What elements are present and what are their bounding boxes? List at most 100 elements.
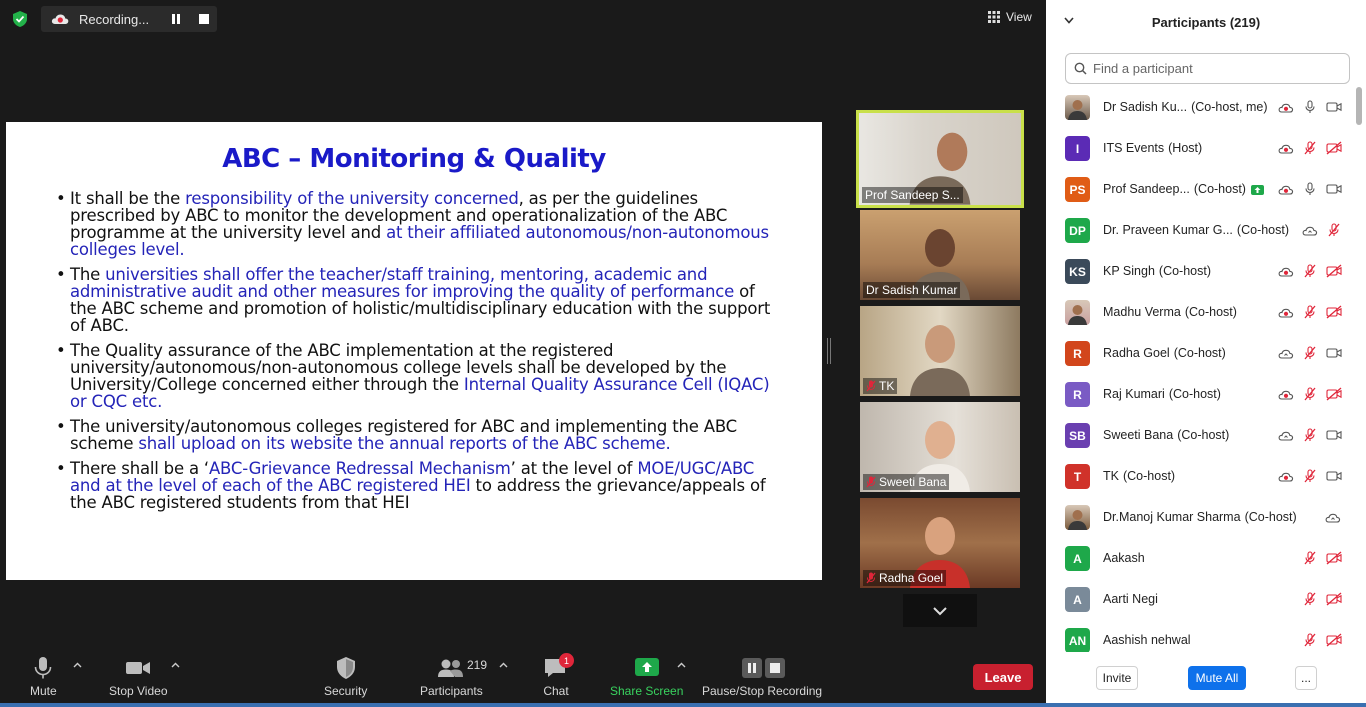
participants-options-caret-icon[interactable]: [499, 662, 508, 668]
video-camera-icon: [1326, 348, 1342, 358]
video-camera-icon: [1326, 471, 1342, 481]
panel-footer: Invite Mute All ...: [1046, 652, 1366, 703]
video-tile[interactable]: Radha Goel: [860, 498, 1020, 588]
panel-header: Participants (219): [1046, 0, 1366, 44]
chevron-down-icon: [933, 606, 947, 615]
avatar-initials: SB: [1069, 428, 1086, 443]
participant-name: Aarti Negi: [1103, 592, 1158, 606]
video-tile[interactable]: TK: [860, 306, 1020, 396]
video-tile[interactable]: Sweeti Bana: [860, 402, 1020, 492]
profile-photo-icon: [1068, 100, 1087, 120]
participant-name-text: Aakash: [1103, 551, 1145, 565]
more-videos-button[interactable]: [903, 594, 977, 627]
microphone-icon: [35, 657, 52, 679]
encryption-shield-icon[interactable]: [11, 10, 29, 28]
participant-role: (Co-host): [1236, 223, 1290, 237]
cloud-recording-icon: [1278, 267, 1294, 277]
avatar: KS: [1065, 259, 1090, 284]
participant-name-text: TK: [1103, 469, 1119, 483]
video-tile[interactable]: Prof Sandeep S...: [856, 110, 1024, 208]
participant-role: (Co-host): [1158, 264, 1211, 278]
meeting-toolbar: Mute Stop Video Security Participants 21…: [0, 648, 1046, 707]
slide-bullet: It shall be the responsibility of the un…: [56, 190, 786, 258]
participant-row[interactable]: Dr.Manoj Kumar Sharma (Co-host): [1046, 497, 1358, 538]
video-tile-label: Dr Sadish Kumar: [866, 283, 958, 297]
avatar: [1065, 505, 1090, 530]
person-face: [925, 229, 955, 267]
video-tile[interactable]: Dr Sadish Kumar: [860, 210, 1020, 300]
mute-button[interactable]: Mute: [30, 656, 57, 698]
avatar: AN: [1065, 628, 1090, 652]
share-options-caret-icon[interactable]: [677, 662, 686, 668]
share-screen-button[interactable]: Share Screen: [610, 656, 683, 698]
participant-name: ITS Events (Host): [1103, 141, 1202, 155]
participant-name: Raj Kumari (Co-host): [1103, 387, 1221, 401]
video-camera-icon: [126, 662, 151, 674]
audio-options-caret-icon[interactable]: [73, 662, 82, 668]
cloud-icon: [1325, 513, 1341, 523]
stop-recording-icon[interactable]: [199, 14, 209, 24]
avatar: DP: [1065, 218, 1090, 243]
video-options-caret-icon[interactable]: [171, 662, 180, 668]
participant-name: Dr.Manoj Kumar Sharma (Co-host): [1103, 510, 1297, 524]
avatar: T: [1065, 464, 1090, 489]
microphone-icon: [1305, 182, 1315, 195]
participant-role: (Host): [1168, 141, 1203, 155]
video-tile-name: Dr Sadish Kumar: [863, 282, 961, 298]
participant-name-text: Aashish nehwal: [1103, 633, 1191, 647]
view-button[interactable]: View: [988, 10, 1032, 24]
profile-photo-icon: [1068, 305, 1087, 325]
person-face: [925, 325, 955, 363]
participant-name: Aashish nehwal: [1103, 633, 1191, 647]
avatar-initials: PS: [1069, 182, 1086, 197]
avatar-initials: A: [1073, 592, 1082, 607]
avatar-initials: DP: [1069, 223, 1086, 238]
resize-handle[interactable]: [827, 338, 831, 364]
recording-label: Recording...: [79, 11, 150, 27]
participant-name: KP Singh (Co-host): [1103, 264, 1211, 278]
screen-sharing-icon: [1250, 184, 1264, 195]
participant-list-scrollbar[interactable]: [1356, 87, 1362, 649]
pause-stop-recording-button[interactable]: Pause/Stop Recording: [702, 656, 822, 698]
avatar-initials: A: [1073, 551, 1082, 566]
participant-name-text: Dr. Praveen Kumar G...: [1103, 223, 1233, 237]
mic-muted-icon: [1304, 428, 1316, 442]
stop-video-button[interactable]: Stop Video: [109, 656, 168, 698]
person-body: [910, 368, 970, 396]
video-tile-label: Prof Sandeep S...: [865, 188, 960, 202]
participant-name-text: Sweeti Bana: [1103, 428, 1174, 442]
mute-all-button[interactable]: Mute All: [1188, 666, 1246, 690]
chat-unread-badge: 1: [559, 653, 574, 668]
recording-indicator: Recording...: [41, 6, 217, 32]
pause-stop-recording-label: Pause/Stop Recording: [702, 684, 823, 698]
more-options-button[interactable]: ...: [1295, 666, 1317, 690]
taskbar-edge: [0, 703, 1366, 707]
avatar: [1065, 95, 1090, 120]
search-input[interactable]: [1093, 61, 1333, 76]
mic-muted-icon: [1304, 592, 1316, 606]
invite-button[interactable]: Invite: [1096, 666, 1138, 690]
participant-name-text: KP Singh: [1103, 264, 1155, 278]
participant-name-text: Radha Goel: [1103, 346, 1170, 360]
security-button[interactable]: Security: [324, 656, 367, 698]
video-off-icon: [1326, 592, 1342, 606]
participant-role: (Co-host): [1168, 387, 1221, 401]
slide-highlight-text: shall upload on its website the annual r…: [138, 434, 671, 453]
zoom-window: Recording... View ABC – Monitoring & Qua…: [0, 0, 1366, 707]
mic-muted-icon: [866, 572, 876, 584]
cloud-icon: [1302, 226, 1318, 236]
participant-role: (Co-host): [1193, 182, 1246, 196]
collapse-chevron-icon[interactable]: [1064, 17, 1074, 24]
slide-bullet: The university/autonomous colleges regis…: [56, 418, 786, 452]
grid-view-icon: [988, 11, 1000, 23]
pause-recording-icon[interactable]: [171, 14, 181, 24]
participant-name-text: Raj Kumari: [1103, 387, 1165, 401]
cloud-recording-icon: [1278, 144, 1294, 154]
participants-panel: Participants (219) Dr Sadish Ku...(Co-ho…: [1046, 0, 1366, 703]
avatar: [1065, 300, 1090, 325]
participant-name: Dr Sadish Ku... (Co-host, me): [1103, 100, 1267, 114]
scrollbar-thumb[interactable]: [1356, 87, 1362, 125]
leave-button[interactable]: Leave: [973, 664, 1033, 690]
participant-list: Dr Sadish Ku... (Co-host, me) I ITS Events(…: [1046, 87, 1366, 652]
participant-name: Madhu Verma (Co-host): [1103, 305, 1237, 319]
